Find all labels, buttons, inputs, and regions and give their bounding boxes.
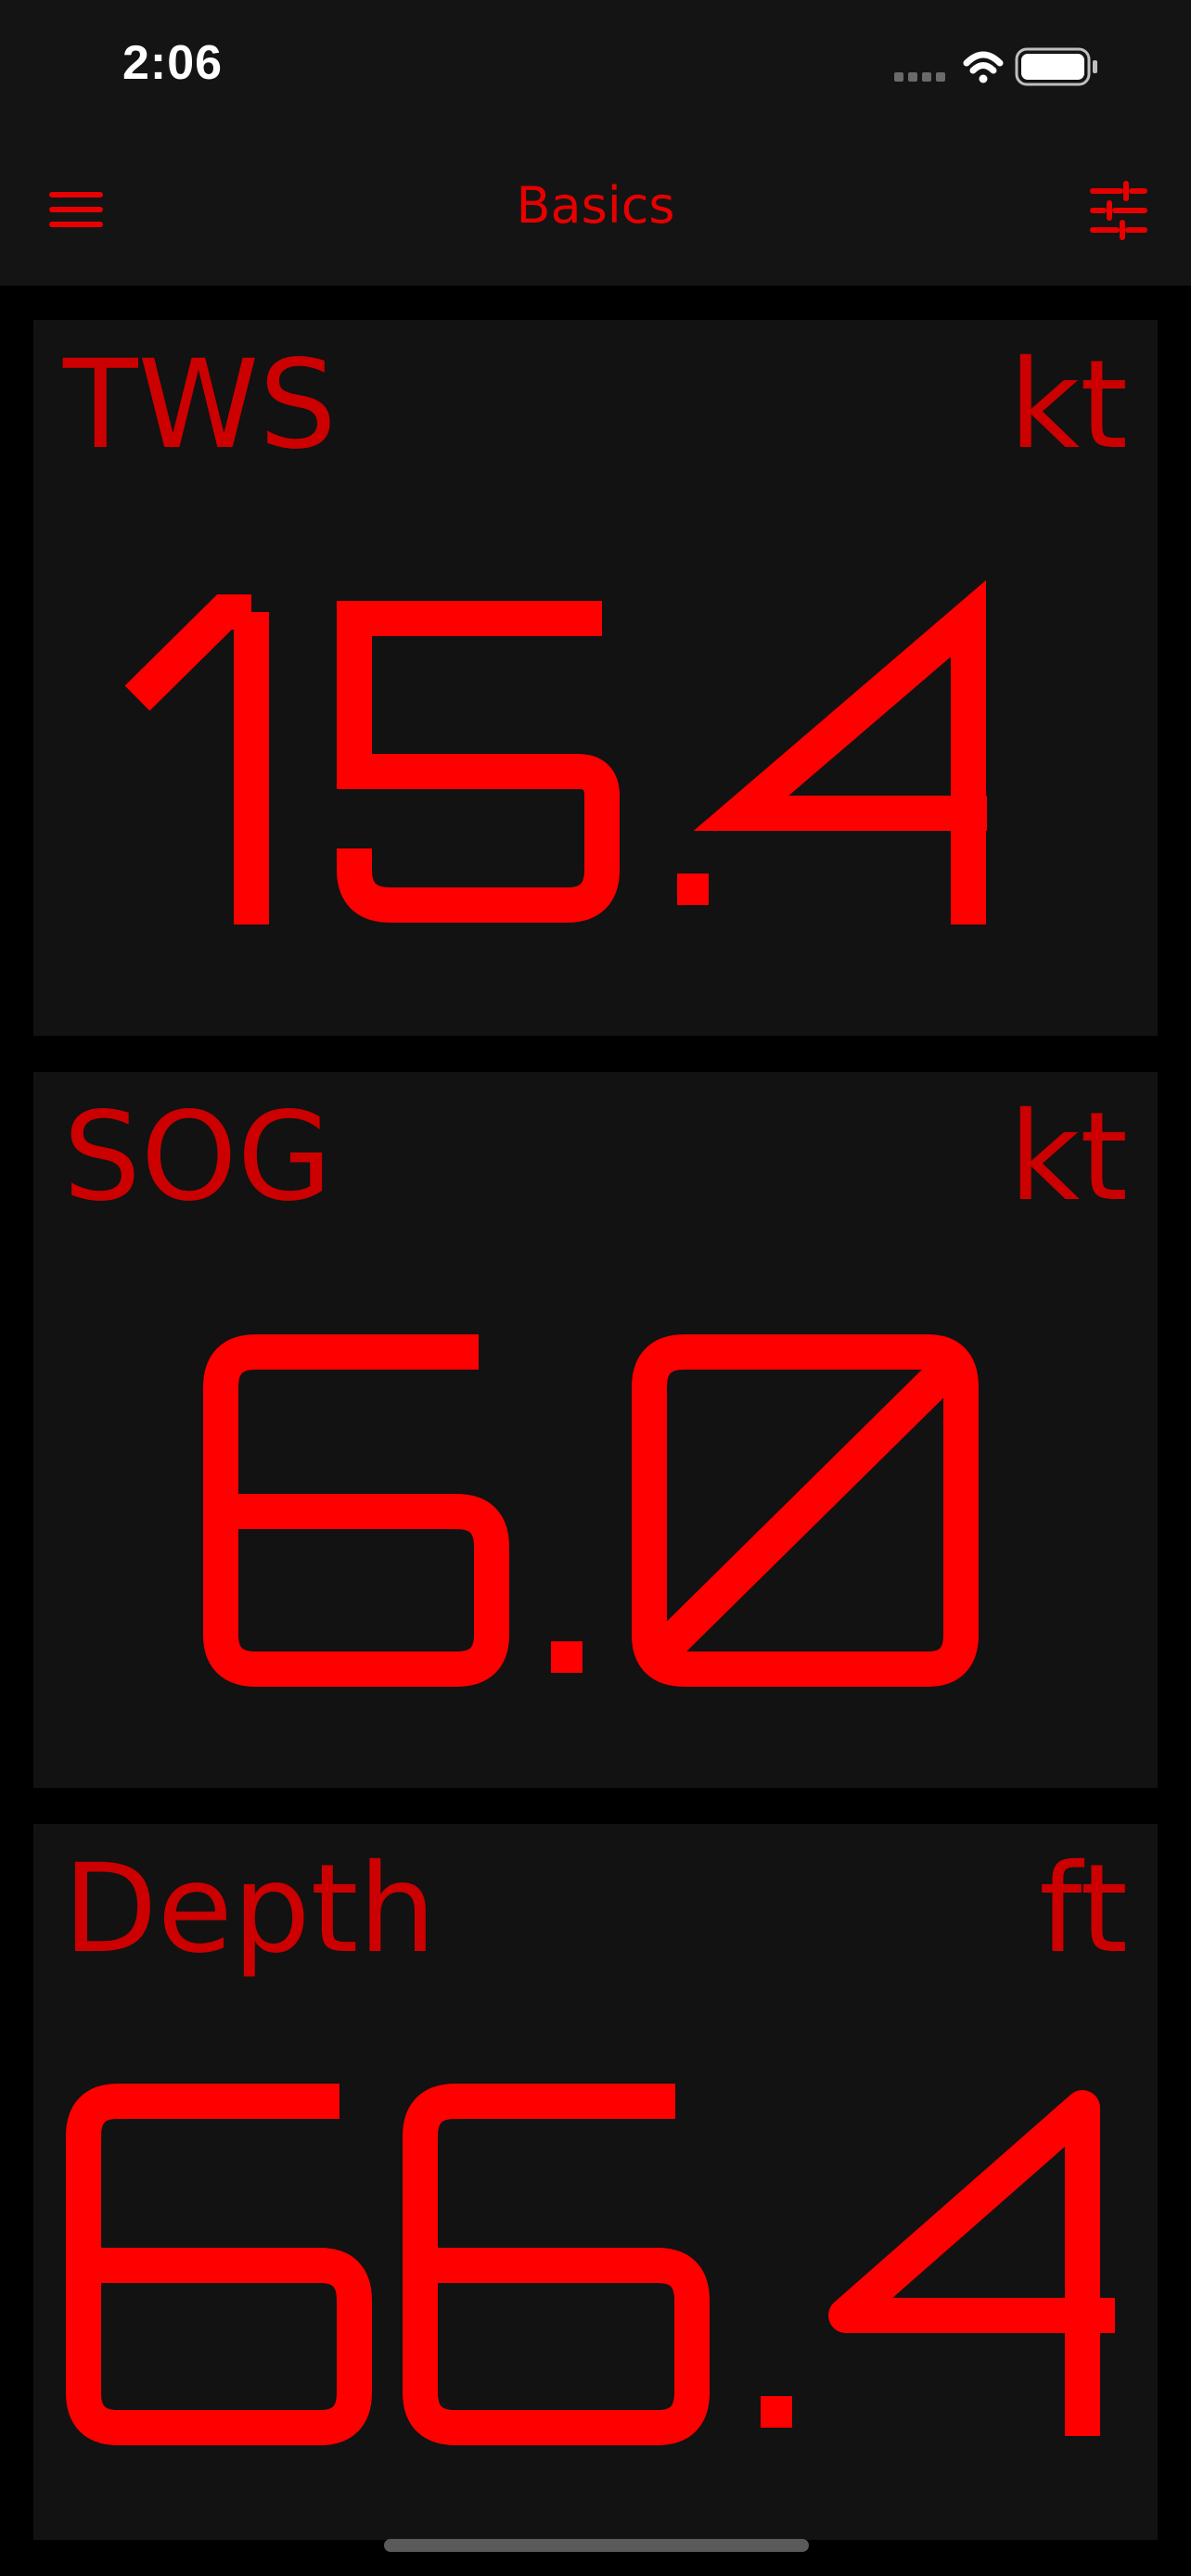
- tile-depth[interactable]: Depth ft: [33, 1824, 1158, 2540]
- tile-unit: kt: [1008, 334, 1128, 477]
- status-icons: [894, 46, 1117, 87]
- tile-value-display: [66, 2084, 1115, 2445]
- page-title: Basics: [516, 176, 675, 235]
- settings-button[interactable]: [1080, 178, 1154, 243]
- home-indicator[interactable]: [384, 2539, 809, 2552]
- tile-label: TWS: [63, 334, 337, 477]
- tile-unit: kt: [1008, 1086, 1128, 1229]
- tile-value-display: [124, 580, 987, 925]
- tile-tws[interactable]: TWS kt: [33, 320, 1158, 1036]
- nav-bar: Basics: [0, 139, 1191, 286]
- status-bar: 2:06: [0, 0, 1191, 139]
- tile-sog[interactable]: SOG kt: [33, 1072, 1158, 1788]
- status-icons-svg: [894, 47, 1097, 86]
- status-time: 2:06: [122, 36, 224, 90]
- tile-label: SOG: [63, 1086, 332, 1229]
- wifi-icon: [963, 51, 1004, 83]
- battery-icon: [1015, 47, 1097, 86]
- sliders-icon: [1090, 181, 1147, 240]
- tile-label: Depth: [63, 1838, 437, 1981]
- cellular-icon: [894, 72, 945, 82]
- tile-unit: ft: [1039, 1838, 1128, 1981]
- tile-value-display: [203, 1334, 979, 1687]
